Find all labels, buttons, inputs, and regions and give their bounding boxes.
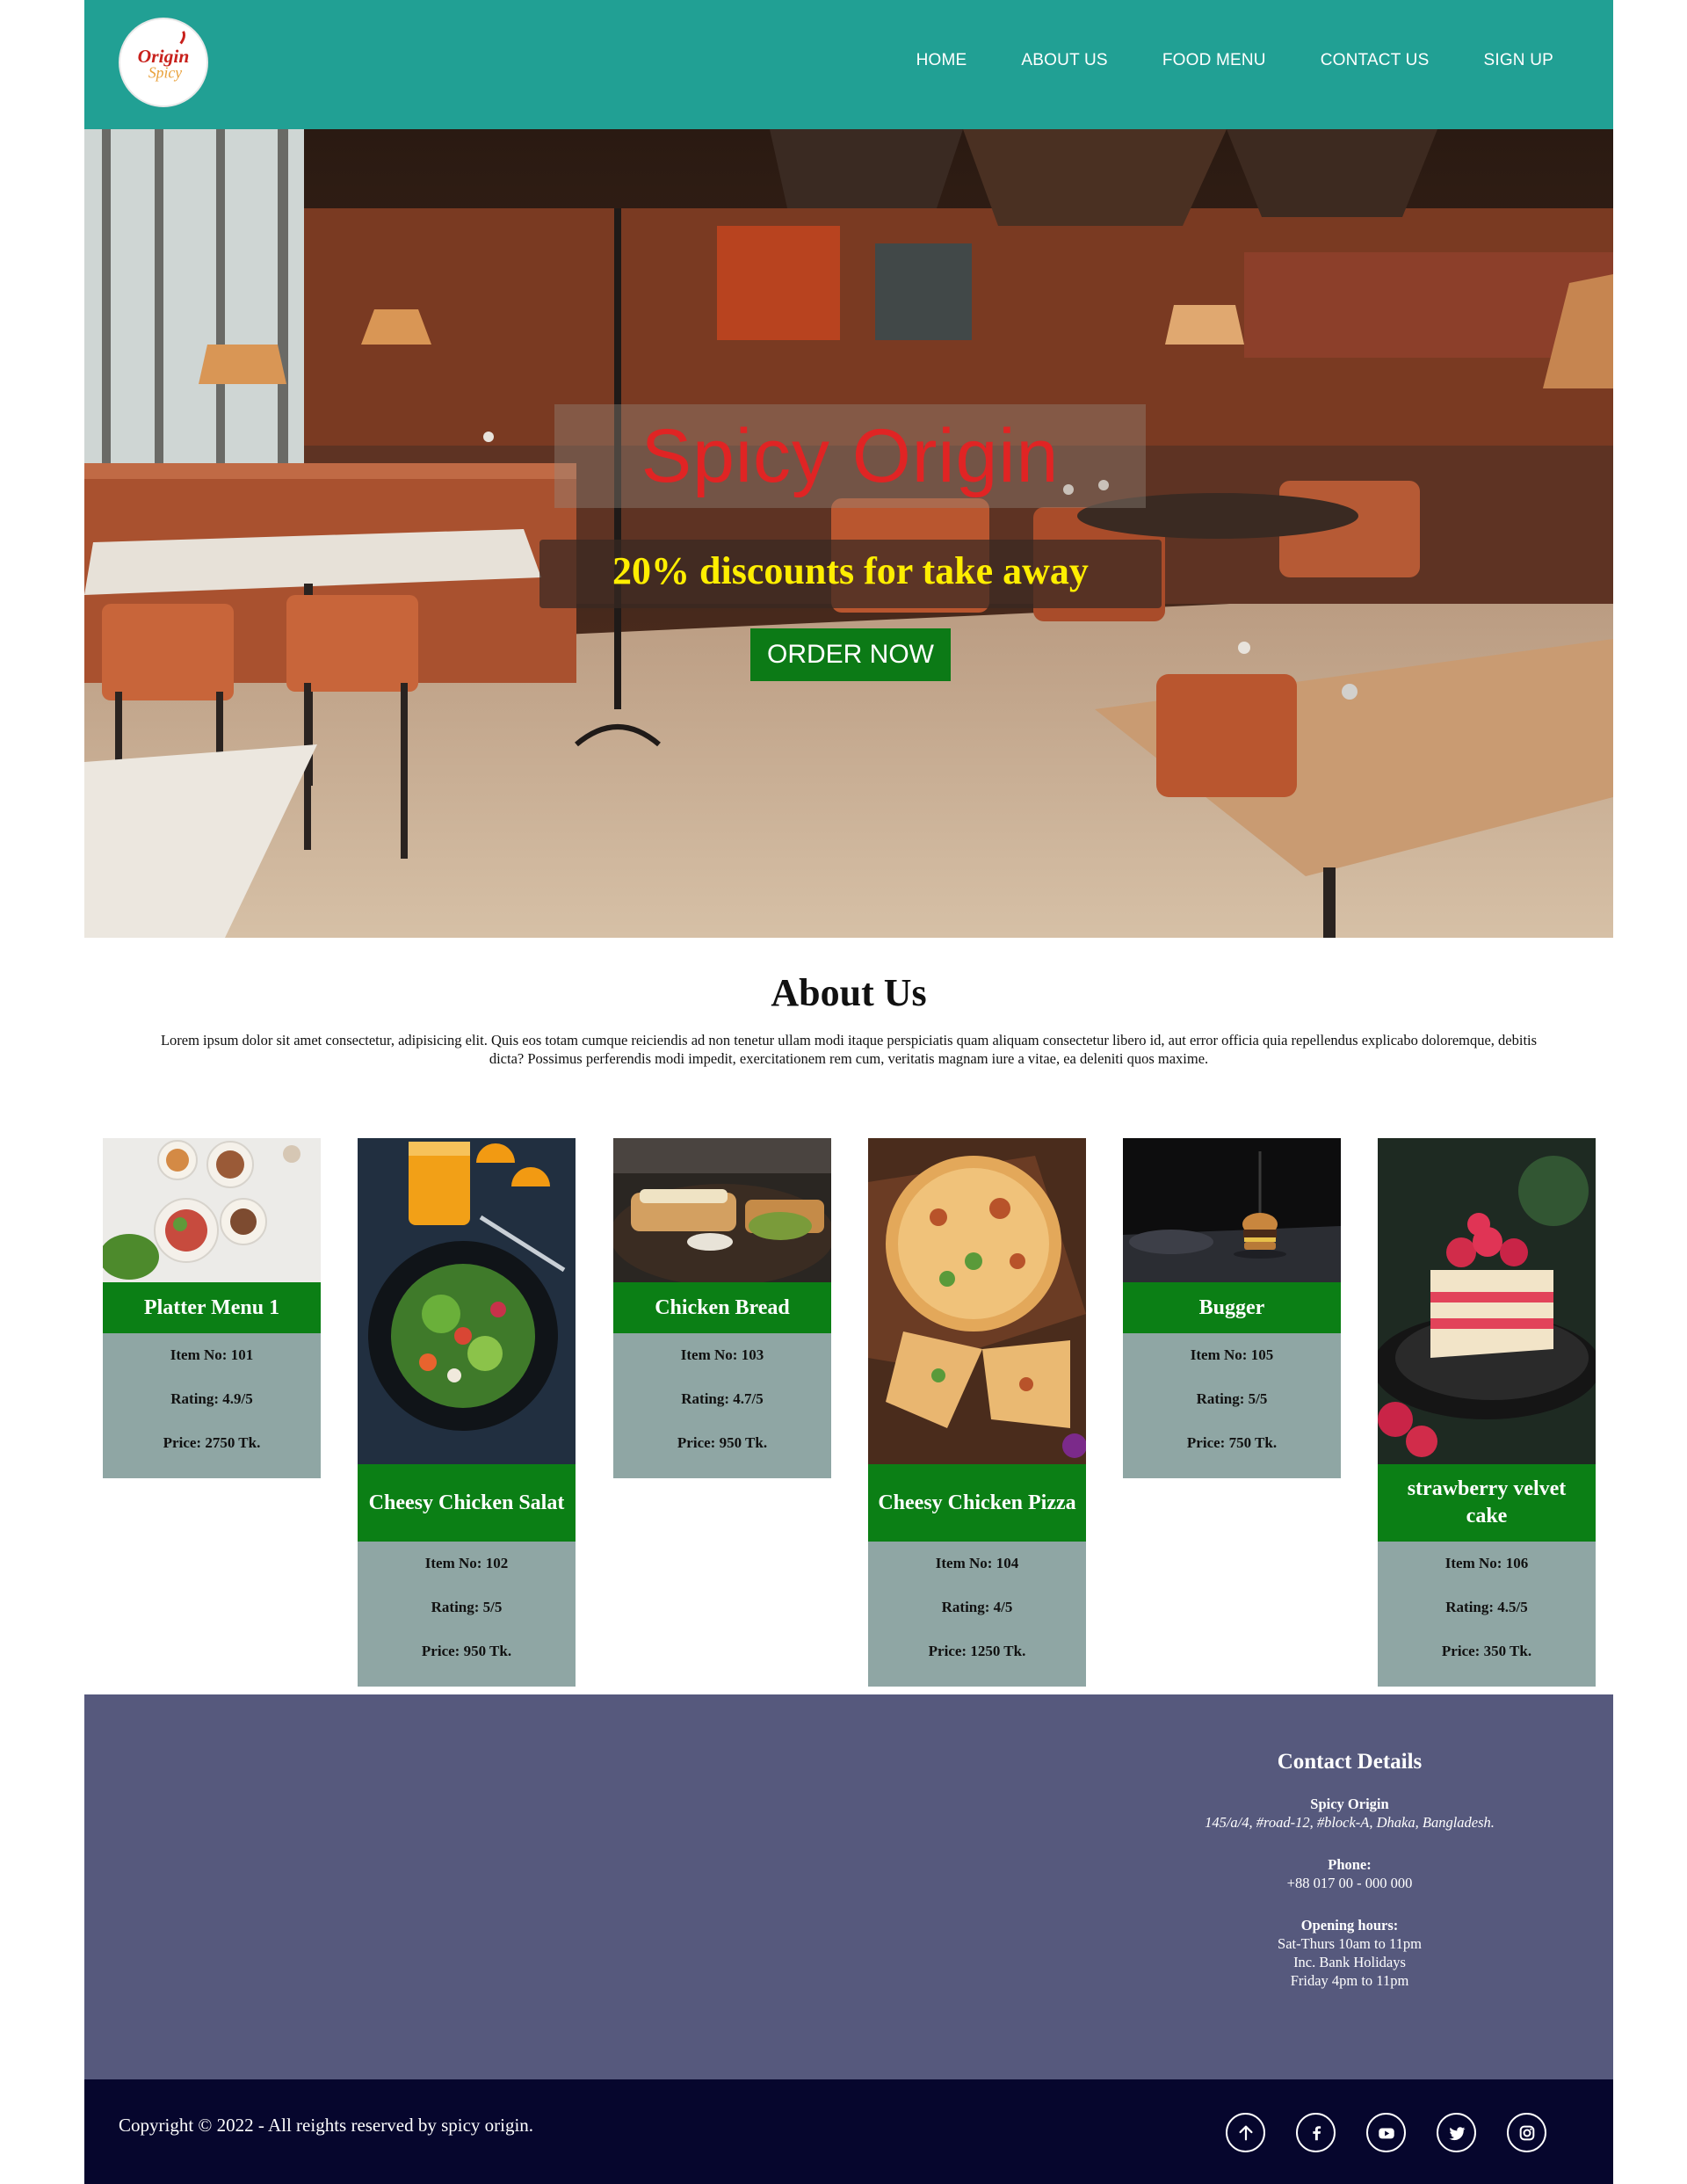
- instagram-icon[interactable]: [1507, 2113, 1546, 2152]
- hero-banner: Spicy Origin 20% discounts for take away…: [84, 129, 1613, 938]
- item-number: Item No: 104: [935, 1555, 1019, 1571]
- item-rating: Rating: 5/5: [1196, 1390, 1268, 1407]
- menu-card-title: Bugger: [1123, 1282, 1341, 1333]
- order-now-button[interactable]: ORDER NOW: [750, 628, 951, 681]
- nav-contact-us[interactable]: CONTACT US: [1321, 51, 1430, 70]
- pizza-image: [868, 1138, 1086, 1464]
- item-price: Price: 350 Tk.: [1441, 1643, 1532, 1659]
- hero-subtitle: 20% discounts for take away: [612, 549, 1089, 592]
- item-number: Item No: 101: [170, 1346, 254, 1363]
- platter-image: [103, 1138, 321, 1282]
- menu-card-103[interactable]: Chicken Bread Item No: 103 Rating: 4.7/5…: [613, 1138, 831, 1478]
- logo-mark: Origin Spicy: [120, 19, 206, 105]
- opening-hours-block: Opening hours: Sat-Thurs 10am to 11pm In…: [1156, 1916, 1543, 1990]
- menu-card-title: Cheesy Chicken Pizza: [868, 1464, 1086, 1542]
- page: Origin Spicy HOME ABOUT US FOOD MENU CON…: [84, 0, 1613, 2184]
- item-number: Item No: 106: [1444, 1555, 1529, 1571]
- menu-card-info: Item No: 102 Rating: 5/5 Price: 950 Tk.: [358, 1542, 576, 1687]
- menu-card-102[interactable]: Cheesy Chicken Salat Item No: 102 Rating…: [358, 1138, 576, 1687]
- burger-image: [1123, 1138, 1341, 1282]
- item-rating: Rating: 5/5: [431, 1599, 503, 1615]
- hours-line-3: Friday 4pm to 11pm: [1290, 1972, 1409, 1989]
- item-price: Price: 750 Tk.: [1186, 1434, 1278, 1451]
- about-text: Lorem ipsum dolor sit amet consectetur, …: [160, 1032, 1538, 1067]
- menu-card-title: Platter Menu 1: [103, 1282, 321, 1333]
- menu-card-info: Item No: 104 Rating: 4/5 Price: 1250 Tk.: [868, 1542, 1086, 1687]
- logo-text-bottom: Spicy: [148, 64, 182, 82]
- footer-bottom-bar: Copyright © 2022 - All reights reserved …: [84, 2079, 1613, 2184]
- menu-card-105[interactable]: Bugger Item No: 105 Rating: 5/5 Price: 7…: [1123, 1138, 1341, 1478]
- phone-label: Phone:: [1328, 1856, 1372, 1873]
- copyright: Copyright © 2022 - All reights reserved …: [119, 2115, 534, 2136]
- menu-card-info: Item No: 105 Rating: 5/5 Price: 750 Tk.: [1123, 1333, 1341, 1478]
- menu-card-info: Item No: 101 Rating: 4.9/5 Price: 2750 T…: [103, 1333, 321, 1478]
- site-header: Origin Spicy HOME ABOUT US FOOD MENU CON…: [84, 0, 1613, 129]
- item-price: Price: 2750 Tk.: [163, 1434, 261, 1451]
- contact-address-block: Spicy Origin 145/a/4, #road-12, #block-A…: [1156, 1795, 1543, 1832]
- item-price: Price: 1250 Tk.: [928, 1643, 1026, 1659]
- restaurant-interior-image: [84, 129, 1613, 938]
- logo[interactable]: Origin Spicy: [119, 18, 208, 107]
- contact-title: Contact Details: [1277, 1750, 1423, 1774]
- item-rating: Rating: 4.9/5: [170, 1390, 253, 1407]
- phone-number: +88 017 00 - 000 000: [1286, 1875, 1413, 1891]
- twitter-icon[interactable]: [1437, 2113, 1476, 2152]
- menu-card-101[interactable]: Platter Menu 1 Item No: 101 Rating: 4.9/…: [103, 1138, 321, 1478]
- item-rating: Rating: 4.5/5: [1445, 1599, 1528, 1615]
- hours-line-2: Inc. Bank Holidays: [1293, 1954, 1406, 1970]
- arrow-up-icon[interactable]: [1226, 2113, 1265, 2152]
- nav-home[interactable]: HOME: [916, 51, 967, 70]
- nav-about-us[interactable]: ABOUT US: [1021, 51, 1107, 70]
- hours-line-1: Sat-Thurs 10am to 11pm: [1278, 1935, 1422, 1952]
- hours-label: Opening hours:: [1300, 1917, 1399, 1934]
- menu-card-104[interactable]: Cheesy Chicken Pizza Item No: 104 Rating…: [868, 1138, 1086, 1687]
- about-title: About Us: [771, 971, 927, 1014]
- contact-name: Spicy Origin: [1310, 1796, 1389, 1812]
- menu-card-title: Cheesy Chicken Salat: [358, 1464, 576, 1542]
- social-links: [1226, 2113, 1546, 2152]
- youtube-icon[interactable]: [1366, 2113, 1406, 2152]
- item-number: Item No: 103: [680, 1346, 764, 1363]
- item-rating: Rating: 4/5: [941, 1599, 1013, 1615]
- contact-address: 145/a/4, #road-12, #block-A, Dhaka, Bang…: [1205, 1814, 1495, 1831]
- contact-phone-block: Phone: +88 017 00 - 000 000: [1156, 1855, 1543, 1892]
- hero-title: Spicy Origin: [641, 414, 1060, 498]
- item-price: Price: 950 Tk.: [421, 1643, 512, 1659]
- item-price: Price: 950 Tk.: [677, 1434, 768, 1451]
- menu-card-title: strawberry velvet cake: [1378, 1464, 1596, 1542]
- menu-card-106[interactable]: strawberry velvet cake Item No: 106 Rati…: [1378, 1138, 1596, 1687]
- menu-card-info: Item No: 106 Rating: 4.5/5 Price: 350 Tk…: [1378, 1542, 1596, 1687]
- item-rating: Rating: 4.7/5: [681, 1390, 764, 1407]
- chicken-bread-image: [613, 1138, 831, 1282]
- facebook-icon[interactable]: [1296, 2113, 1336, 2152]
- cake-image: [1378, 1138, 1596, 1464]
- menu-card-title: Chicken Bread: [613, 1282, 831, 1333]
- nav-sign-up[interactable]: SIGN UP: [1483, 51, 1553, 70]
- nav-food-menu[interactable]: FOOD MENU: [1162, 51, 1266, 70]
- item-number: Item No: 105: [1190, 1346, 1274, 1363]
- salad-image: [358, 1138, 576, 1464]
- item-number: Item No: 102: [424, 1555, 509, 1571]
- menu-card-info: Item No: 103 Rating: 4.7/5 Price: 950 Tk…: [613, 1333, 831, 1478]
- main-nav: HOME ABOUT US FOOD MENU CONTACT US SIGN …: [916, 51, 1553, 70]
- contact-details: Contact Details Spicy Origin 145/a/4, #r…: [1156, 1694, 1543, 1990]
